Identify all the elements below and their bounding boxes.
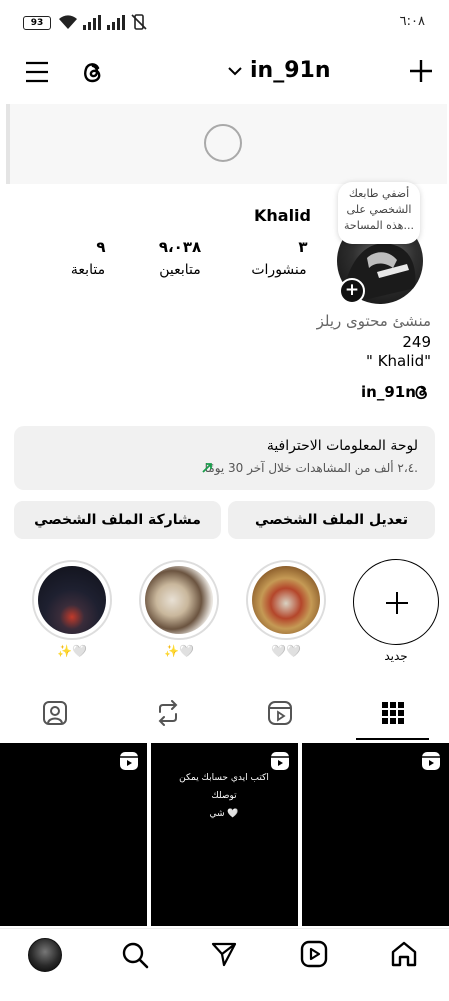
signal-icon-2 (107, 15, 125, 30)
note-bubble[interactable]: أضفي طابعك الشخصي على هذه المساحة... (338, 182, 420, 244)
category-label: منشئ محتوى ريلز (316, 312, 431, 330)
highlight-label: 🤍🤍 (271, 644, 301, 658)
highlight-item[interactable]: ✨🤍 (139, 560, 223, 670)
dashboard-subtitle: ٢،٤ ألف من المشاهدات خلال آخر 30 يومًا. (205, 461, 418, 475)
highlight-ring[interactable] (139, 560, 219, 640)
vibrate-off-icon (131, 14, 147, 30)
threads-handle: in_91n (361, 383, 416, 401)
reels-tab-icon[interactable] (267, 700, 293, 726)
loading-circle-icon (204, 124, 242, 162)
reels-icon[interactable] (300, 940, 328, 968)
post-tile[interactable] (302, 743, 449, 926)
share-profile-button[interactable]: مشاركة الملف الشخصي (14, 501, 221, 539)
reel-icon (271, 752, 289, 770)
status-bar: 93 ٦:٠٨ (0, 0, 449, 44)
grid-icon[interactable] (381, 701, 405, 725)
edit-profile-button[interactable]: تعديل الملف الشخصي (228, 501, 435, 539)
highlight-cover (252, 566, 320, 634)
post-caption: اكتب ايدي حسابك يمكن توصلك (179, 773, 269, 801)
following-count: ٩ (96, 238, 106, 256)
following-label[interactable]: متابعة (64, 262, 112, 278)
signal-icon (83, 15, 101, 30)
new-highlight-circle[interactable] (353, 559, 439, 645)
chevron-down-icon[interactable] (228, 66, 242, 76)
professional-dashboard[interactable]: لوحة المعلومات الاحترافية ٢،٤ ألف من الم… (14, 426, 435, 490)
followers-label[interactable]: متابعين (148, 262, 212, 278)
plus-icon (386, 592, 408, 614)
active-tab-indicator (356, 738, 429, 740)
home-icon[interactable] (390, 940, 418, 968)
dashboard-views-text: ٢،٤ ألف من المشاهدات خلال آخر 30 يومًا. (204, 461, 418, 475)
status-time: ٦:٠٨ (399, 14, 425, 29)
highlight-cover (38, 566, 106, 634)
highlight-new[interactable]: جديد (353, 559, 439, 669)
reposts-icon[interactable] (155, 700, 181, 726)
reel-icon (120, 752, 138, 770)
post-tile[interactable]: اكتب ايدي حسابك يمكن توصلك شي 🤍 (151, 743, 298, 926)
post-caption-2: شي 🤍 (209, 809, 239, 819)
threads-small-icon (415, 385, 427, 400)
bio-line: " Khalid" (366, 352, 431, 370)
add-story-plus-icon[interactable]: + (339, 278, 365, 304)
bio-line: 249 (402, 333, 431, 351)
threads-badge[interactable]: in_91n (361, 383, 416, 401)
followers-count: ٩،٠٣٨ (158, 238, 202, 256)
battery-icon: 93 (23, 16, 51, 30)
add-icon[interactable] (409, 59, 433, 83)
profile-tabs (0, 690, 449, 736)
highlight-cover (145, 566, 213, 634)
tagged-icon[interactable] (42, 700, 68, 726)
highlight-ring[interactable] (32, 560, 112, 640)
posts-count: ٣ (298, 238, 308, 256)
post-tile[interactable] (0, 743, 147, 926)
trending-up-icon (202, 463, 212, 473)
post-overlay-text: اكتب ايدي حسابك يمكن توصلك شي 🤍 (169, 769, 279, 823)
highlight-item[interactable]: ✨🤍 (32, 560, 116, 670)
dashboard-title: لوحة المعلومات الاحترافية (266, 438, 418, 454)
posts-label[interactable]: منشورات (243, 262, 315, 278)
account-switcher[interactable]: in_91n (250, 58, 330, 83)
profile-tab-avatar[interactable] (28, 938, 62, 972)
highlight-ring[interactable] (246, 560, 326, 640)
highlight-label: ✨🤍 (164, 644, 194, 658)
wifi-icon (59, 15, 77, 29)
highlight-item[interactable]: 🤍🤍 (246, 560, 330, 670)
reel-icon (422, 752, 440, 770)
highlight-label: ✨🤍 (57, 644, 87, 658)
display-name: Khalid (253, 206, 311, 225)
threads-icon[interactable] (79, 59, 105, 85)
menu-icon[interactable] (25, 61, 49, 83)
search-icon[interactable] (121, 941, 149, 969)
send-icon[interactable] (210, 940, 238, 968)
top-bar (0, 48, 449, 96)
highlight-label: جديد (384, 649, 408, 663)
